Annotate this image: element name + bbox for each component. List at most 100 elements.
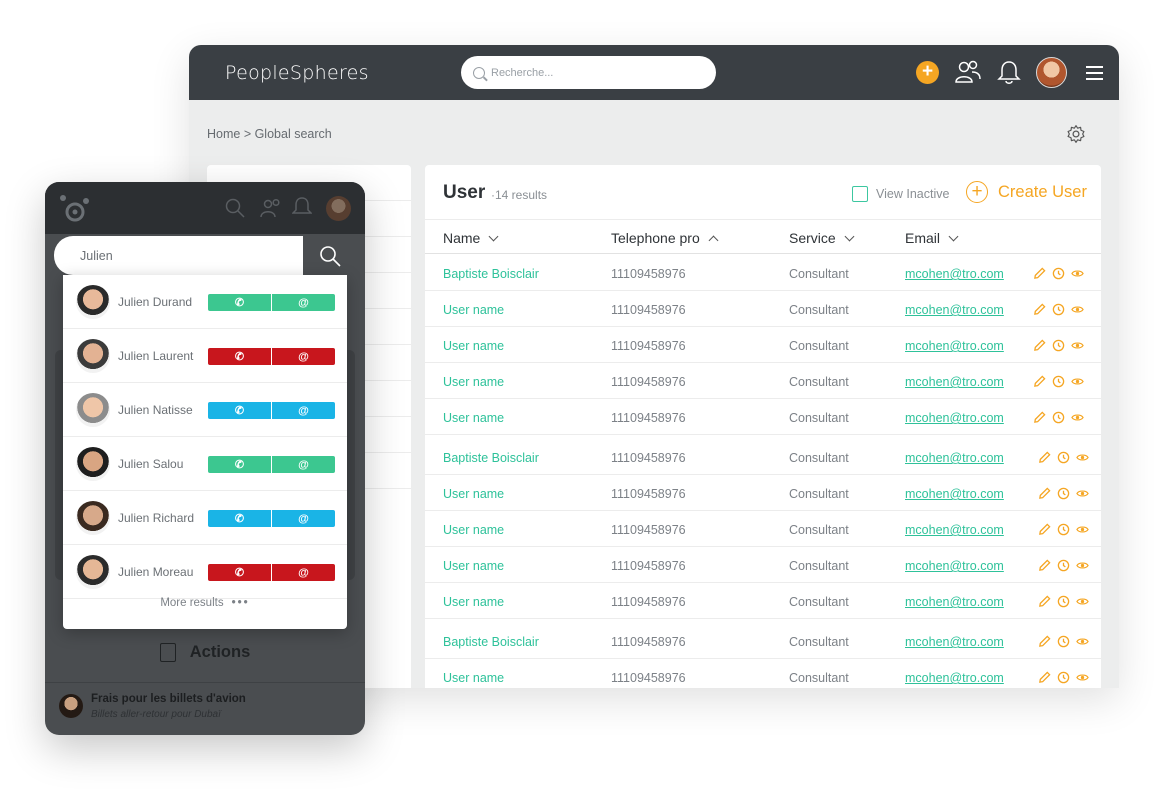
plus-icon[interactable]: + bbox=[916, 61, 939, 84]
pencil-icon[interactable] bbox=[1038, 451, 1051, 464]
user-name-link[interactable]: User name bbox=[443, 559, 504, 573]
call-button[interactable]: ✆ bbox=[208, 456, 271, 473]
call-button[interactable]: ✆ bbox=[208, 294, 271, 311]
user-email-link[interactable]: mcohen@tro.com bbox=[905, 635, 1004, 649]
user-email-link[interactable]: mcohen@tro.com bbox=[905, 339, 1004, 353]
pencil-icon[interactable] bbox=[1033, 267, 1046, 280]
eye-icon[interactable] bbox=[1076, 487, 1089, 500]
app-logo[interactable]: PeopleSpheres bbox=[225, 62, 369, 84]
email-button[interactable]: @ bbox=[272, 564, 335, 581]
user-email-link[interactable]: mcohen@tro.com bbox=[905, 595, 1004, 609]
user-name-link[interactable]: User name bbox=[443, 523, 504, 537]
user-name-link[interactable]: User name bbox=[443, 487, 504, 501]
user-email-link[interactable]: mcohen@tro.com bbox=[905, 559, 1004, 573]
users-icon[interactable] bbox=[260, 198, 282, 218]
list-item[interactable]: Julien Durand ✆ @ bbox=[63, 275, 347, 329]
pencil-icon[interactable] bbox=[1033, 375, 1046, 388]
eye-icon[interactable] bbox=[1076, 635, 1089, 648]
user-name-link[interactable]: Baptiste Boisclair bbox=[443, 267, 539, 281]
eye-icon[interactable] bbox=[1076, 523, 1089, 536]
email-button[interactable]: @ bbox=[272, 294, 335, 311]
call-button[interactable]: ✆ bbox=[208, 402, 271, 419]
app-logo-icon[interactable] bbox=[57, 192, 91, 226]
eye-icon[interactable] bbox=[1076, 671, 1089, 684]
email-button[interactable]: @ bbox=[272, 402, 335, 419]
gear-icon[interactable] bbox=[1066, 124, 1086, 144]
clock-icon[interactable] bbox=[1057, 635, 1070, 648]
eye-icon[interactable] bbox=[1071, 339, 1084, 352]
clock-icon[interactable] bbox=[1057, 451, 1070, 464]
create-user-button[interactable]: + Create User bbox=[966, 181, 1087, 203]
column-name[interactable]: Name bbox=[443, 230, 499, 246]
list-item[interactable]: Julien Richard ✆ @ bbox=[63, 491, 347, 545]
mobile-search-button[interactable] bbox=[303, 236, 356, 275]
clock-icon[interactable] bbox=[1057, 487, 1070, 500]
call-button[interactable]: ✆ bbox=[208, 348, 271, 365]
menu-icon[interactable] bbox=[1086, 66, 1103, 80]
pencil-icon[interactable] bbox=[1038, 635, 1051, 648]
user-email-link[interactable]: mcohen@tro.com bbox=[905, 523, 1004, 537]
user-email-link[interactable]: mcohen@tro.com bbox=[905, 303, 1004, 317]
user-email-link[interactable]: mcohen@tro.com bbox=[905, 375, 1004, 389]
search-box[interactable] bbox=[461, 56, 716, 89]
clock-icon[interactable] bbox=[1057, 559, 1070, 572]
eye-icon[interactable] bbox=[1076, 595, 1089, 608]
clock-icon[interactable] bbox=[1052, 411, 1065, 424]
bell-icon[interactable] bbox=[997, 59, 1021, 85]
user-name-link[interactable]: Baptiste Boisclair bbox=[443, 451, 539, 465]
eye-icon[interactable] bbox=[1071, 375, 1084, 388]
user-name-link[interactable]: User name bbox=[443, 339, 504, 353]
eye-icon[interactable] bbox=[1076, 559, 1089, 572]
user-email-link[interactable]: mcohen@tro.com bbox=[905, 267, 1004, 281]
avatar[interactable] bbox=[1036, 57, 1067, 88]
clock-icon[interactable] bbox=[1057, 671, 1070, 684]
user-name-link[interactable]: User name bbox=[443, 303, 504, 317]
user-name-link[interactable]: Baptiste Boisclair bbox=[443, 635, 539, 649]
list-item[interactable]: Julien Salou ✆ @ bbox=[63, 437, 347, 491]
search-input[interactable] bbox=[491, 66, 691, 79]
clock-icon[interactable] bbox=[1052, 303, 1065, 316]
user-email-link[interactable]: mcohen@tro.com bbox=[905, 487, 1004, 501]
pencil-icon[interactable] bbox=[1033, 339, 1046, 352]
list-item[interactable]: Julien Laurent ✆ @ bbox=[63, 329, 347, 383]
pencil-icon[interactable] bbox=[1038, 671, 1051, 684]
user-name-link[interactable]: User name bbox=[443, 595, 504, 609]
user-name-link[interactable]: User name bbox=[443, 411, 504, 425]
search-icon[interactable] bbox=[225, 198, 245, 218]
email-button[interactable]: @ bbox=[272, 348, 335, 365]
actions-section[interactable]: Actions bbox=[45, 628, 365, 676]
eye-icon[interactable] bbox=[1076, 451, 1089, 464]
pencil-icon[interactable] bbox=[1038, 487, 1051, 500]
eye-icon[interactable] bbox=[1071, 267, 1084, 280]
user-name-link[interactable]: User name bbox=[443, 671, 504, 685]
notification-item[interactable]: Frais pour les billets d'avion Billets a… bbox=[45, 682, 365, 735]
email-button[interactable]: @ bbox=[272, 510, 335, 527]
view-inactive-checkbox[interactable] bbox=[852, 186, 868, 202]
user-name-link[interactable]: User name bbox=[443, 375, 504, 389]
eye-icon[interactable] bbox=[1071, 411, 1084, 424]
column-telephone[interactable]: Telephone pro bbox=[611, 230, 719, 246]
pencil-icon[interactable] bbox=[1038, 559, 1051, 572]
clock-icon[interactable] bbox=[1052, 339, 1065, 352]
list-item[interactable]: Julien Moreau ✆ @ bbox=[63, 545, 347, 599]
pencil-icon[interactable] bbox=[1038, 595, 1051, 608]
avatar[interactable] bbox=[326, 196, 351, 221]
clock-icon[interactable] bbox=[1057, 595, 1070, 608]
pencil-icon[interactable] bbox=[1033, 411, 1046, 424]
bell-icon[interactable] bbox=[292, 196, 312, 218]
email-button[interactable]: @ bbox=[272, 456, 335, 473]
clock-icon[interactable] bbox=[1057, 523, 1070, 536]
list-item[interactable]: Julien Natisse ✆ @ bbox=[63, 383, 347, 437]
clock-icon[interactable] bbox=[1052, 267, 1065, 280]
column-email[interactable]: Email bbox=[905, 230, 959, 246]
user-email-link[interactable]: mcohen@tro.com bbox=[905, 451, 1004, 465]
clock-icon[interactable] bbox=[1052, 375, 1065, 388]
eye-icon[interactable] bbox=[1071, 303, 1084, 316]
user-email-link[interactable]: mcohen@tro.com bbox=[905, 411, 1004, 425]
user-email-link[interactable]: mcohen@tro.com bbox=[905, 671, 1004, 685]
pencil-icon[interactable] bbox=[1038, 523, 1051, 536]
column-service[interactable]: Service bbox=[789, 230, 855, 246]
call-button[interactable]: ✆ bbox=[208, 564, 271, 581]
call-button[interactable]: ✆ bbox=[208, 510, 271, 527]
users-icon[interactable] bbox=[955, 60, 981, 84]
